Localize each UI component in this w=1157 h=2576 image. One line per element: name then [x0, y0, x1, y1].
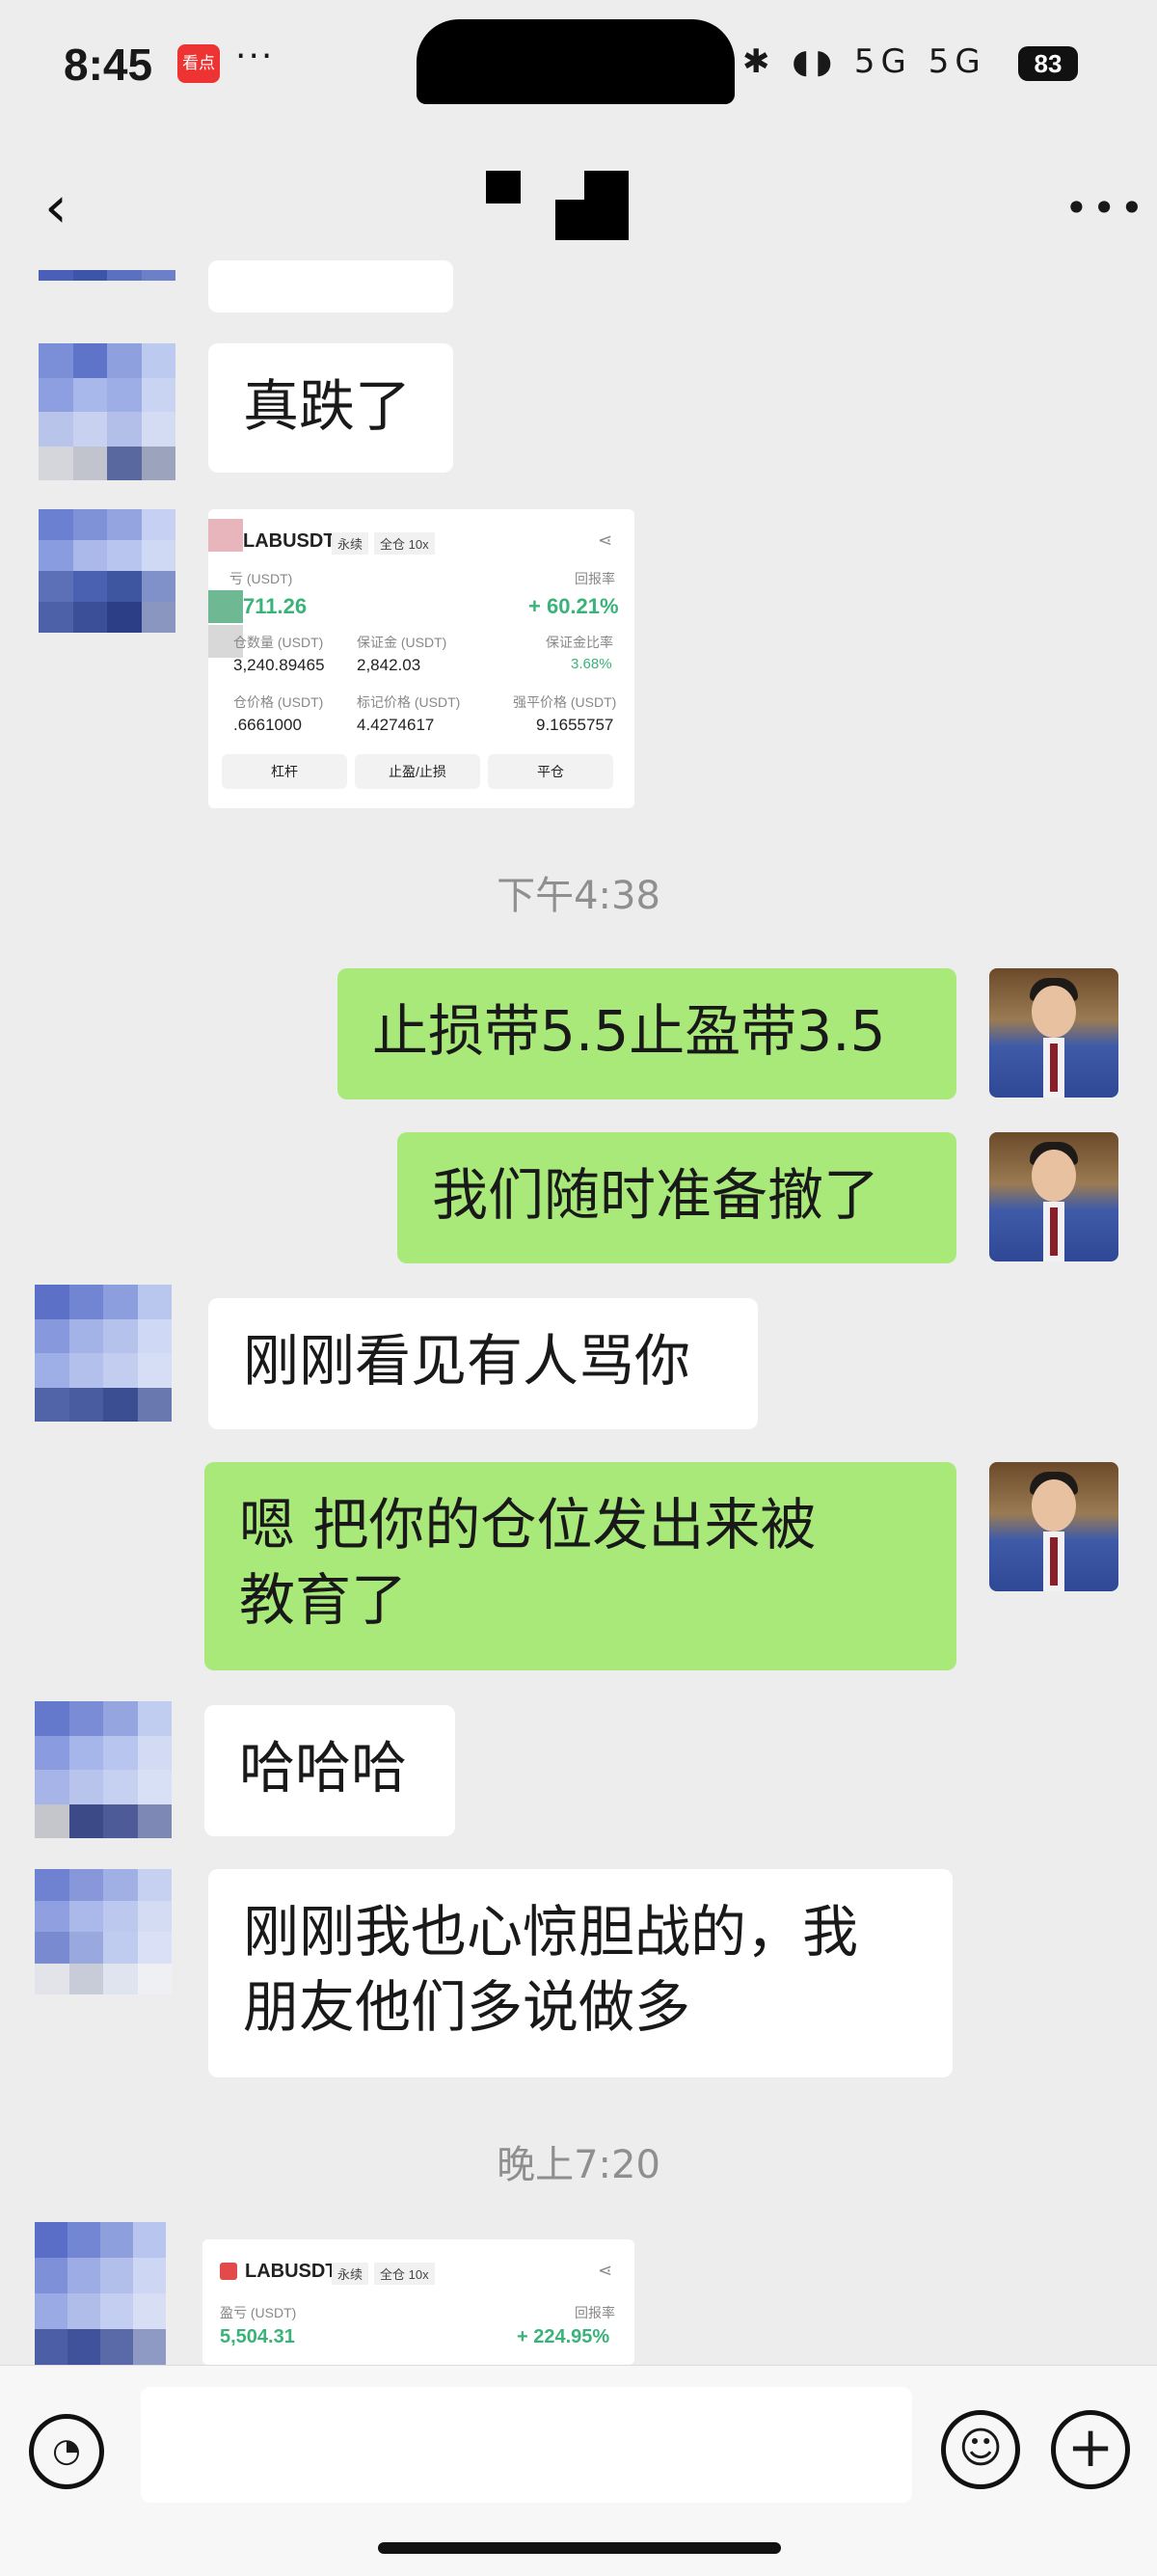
contact-avatar[interactable] [35, 1869, 172, 1994]
card-avatar-overlap [208, 590, 243, 623]
entry-label: 仓价格 (USDT) [233, 694, 324, 710]
pnl-value: 5,504.31 [220, 2326, 295, 2347]
status-more-icon: ··· [235, 37, 275, 76]
roe-value: + 60.21% [528, 594, 619, 618]
exchange-logo-icon [220, 2263, 237, 2280]
contact-avatar[interactable] [39, 343, 175, 480]
card-symbol: LABUSDT [245, 2261, 337, 2282]
message-timestamp: 下午4:38 [497, 874, 660, 918]
my-message-bubble[interactable]: 止损带5.5止盈带3.5 [337, 968, 956, 1099]
message-input[interactable] [141, 2387, 912, 2503]
home-indicator [378, 2542, 781, 2554]
back-button[interactable]: ‹ [44, 178, 67, 236]
position-card-image[interactable]: LABUSDT 永续 全仓 10x ⋖ 盈亏 (USDT) 回报率 5,504.… [202, 2239, 634, 2365]
message-bubble[interactable]: 刚刚我也心惊胆战的，我 朋友他们多说做多 [208, 1869, 953, 2077]
roe-value: + 224.95% [517, 2326, 610, 2347]
margin-value: 2,842.03 [357, 656, 421, 674]
my-avatar[interactable] [989, 968, 1118, 1098]
share-icon: ⋖ [598, 530, 613, 550]
contact-avatar[interactable] [39, 509, 175, 633]
my-avatar[interactable] [989, 1132, 1118, 1261]
status-bar: 8:45 看点 ··· ✱ ◖◗ 5G 5G 83 [0, 0, 1157, 130]
card-symbol: LABUSDT [243, 530, 336, 552]
roe-label: 回报率 [575, 2305, 615, 2320]
card-tag: 全仓 10x [374, 532, 435, 555]
status-icons: ✱ ◖◗ 5G 5G [742, 42, 986, 81]
mark-value: 4.4274617 [357, 716, 435, 734]
margin-label: 保证金 (USDT) [357, 635, 447, 650]
voice-input-button[interactable]: ◔ [29, 2414, 104, 2489]
message-bubble[interactable]: 哈哈哈 [204, 1705, 455, 1836]
chat-header: ‹ ••• [0, 130, 1157, 285]
my-avatar[interactable] [989, 1462, 1118, 1591]
leverage-button: 杠杆 [222, 754, 347, 789]
message-bubble-partial [208, 260, 453, 312]
qty-value: 3,240.89465 [233, 656, 325, 674]
ratio-label: 保证金比率 [546, 635, 613, 650]
pnl-label: 盈亏 (USDT) [220, 2305, 297, 2320]
card-avatar-overlap [208, 519, 243, 552]
close-position-button: 平仓 [488, 754, 613, 789]
more-actions-button[interactable]: + [1051, 2410, 1130, 2489]
position-card-image[interactable]: LABUSDT 永续 全仓 10x ⋖ 亏 (USDT) 回报率 711.26 … [208, 509, 634, 808]
more-options-button[interactable]: ••• [1064, 188, 1147, 229]
contact-avatar[interactable] [39, 270, 175, 312]
my-message-bubble[interactable]: 我们随时准备撤了 [397, 1132, 956, 1263]
dynamic-island [417, 19, 735, 104]
contact-avatar[interactable] [35, 1285, 172, 1422]
pnl-label: 亏 (USDT) [229, 571, 293, 586]
battery-icon: 83 [1018, 46, 1078, 81]
message-timestamp: 晚上7:20 [497, 2143, 660, 2187]
card-tag: 永续 [332, 532, 369, 555]
card-tag: 永续 [332, 2263, 369, 2285]
contact-avatar[interactable] [35, 1701, 172, 1838]
roe-label: 回报率 [575, 571, 615, 586]
status-time: 8:45 [64, 40, 153, 90]
pnl-value: 711.26 [243, 594, 308, 618]
liq-value: 9.1655757 [536, 716, 614, 734]
qty-label: 仓数量 (USDT) [233, 635, 324, 650]
liq-label: 强平价格 (USDT) [513, 694, 617, 710]
app-badge-icon: 看点 [177, 44, 220, 83]
entry-value: .6661000 [233, 716, 302, 734]
message-bubble[interactable]: 真跌了 [208, 343, 453, 473]
chat-title-redacted [486, 171, 631, 240]
my-message-bubble[interactable]: 嗯 把你的仓位发出来被 教育了 [204, 1462, 956, 1670]
mark-label: 标记价格 (USDT) [357, 694, 461, 710]
tpsl-button: 止盈/止损 [355, 754, 480, 789]
card-tag: 全仓 10x [374, 2263, 435, 2285]
emoji-button[interactable]: ☺ [941, 2410, 1020, 2489]
ratio-value: 3.68% [571, 656, 612, 672]
share-icon: ⋖ [598, 2261, 613, 2280]
contact-avatar[interactable] [35, 2222, 166, 2365]
message-bubble[interactable]: 刚刚看见有人骂你 [208, 1298, 758, 1429]
